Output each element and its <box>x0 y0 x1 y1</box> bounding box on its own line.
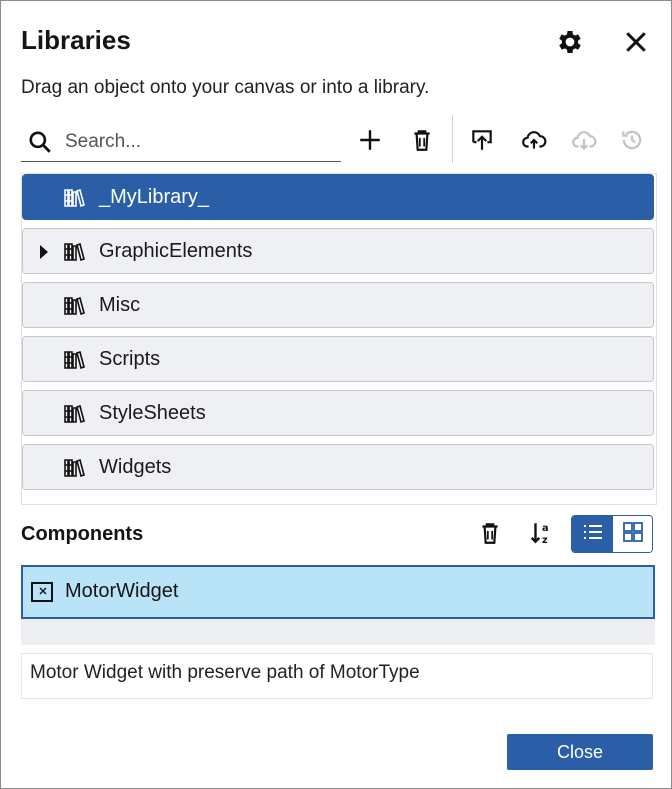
library-icon <box>63 348 87 372</box>
grid-view-icon <box>621 520 645 549</box>
upload-cloud-icon <box>521 127 547 158</box>
library-item-label: GraphicElements <box>99 240 253 262</box>
import-library-button[interactable] <box>465 125 499 159</box>
trash-icon <box>477 520 503 551</box>
view-mode-toggle <box>571 515 653 553</box>
library-icon <box>63 456 87 480</box>
dialog-title: Libraries <box>21 25 131 55</box>
close-button[interactable]: Close <box>507 734 653 770</box>
library-item-label: Scripts <box>99 348 161 370</box>
widget-icon <box>31 582 53 602</box>
delete-component-button[interactable] <box>473 517 507 553</box>
library-icon <box>63 294 87 318</box>
library-item-misc[interactable]: Misc <box>22 282 654 328</box>
library-item-label: _MyLibrary_ <box>99 186 210 208</box>
component-item-label: MotorWidget <box>65 580 179 602</box>
libraries-dialog: Libraries Drag an object onto your canva… <box>0 0 672 789</box>
grid-view-button[interactable] <box>613 516 652 552</box>
caret-right-icon[interactable] <box>37 243 51 261</box>
delete-library-button[interactable] <box>405 125 439 159</box>
list-view-icon <box>581 520 605 549</box>
import-icon <box>469 127 495 158</box>
search-icon <box>27 129 53 155</box>
components-title: Components <box>21 523 144 545</box>
library-item-label: StyleSheets <box>99 402 206 424</box>
library-list: _MyLibrary_ GraphicElements Misc Scripts… <box>21 173 657 505</box>
add-library-button[interactable] <box>353 125 387 159</box>
toolbar-divider <box>452 115 453 163</box>
sort-az-button[interactable]: az <box>525 517 559 553</box>
search-input[interactable] <box>63 125 337 159</box>
library-icon <box>63 186 87 210</box>
close-icon[interactable] <box>621 27 651 57</box>
plus-icon <box>357 127 383 158</box>
component-description: Motor Widget with preserve path of Motor… <box>21 653 653 699</box>
history-button[interactable] <box>615 125 649 159</box>
svg-text:z: z <box>542 534 548 545</box>
library-item-stylesheets[interactable]: StyleSheets <box>22 390 654 436</box>
trash-icon <box>409 127 435 158</box>
dialog-subtitle: Drag an object onto your canvas or into … <box>21 77 430 98</box>
library-item-scripts[interactable]: Scripts <box>22 336 654 382</box>
component-item-motorwidget[interactable]: MotorWidget <box>21 565 655 619</box>
history-icon <box>619 127 645 158</box>
components-list: MotorWidget <box>21 565 655 645</box>
sort-az-icon: az <box>529 520 555 551</box>
download-cloud-icon <box>571 127 597 158</box>
search-field[interactable] <box>21 123 341 162</box>
svg-text:a: a <box>542 522 549 533</box>
library-item-label: Widgets <box>99 456 172 478</box>
library-item-widgets[interactable]: Widgets <box>22 444 654 490</box>
settings-gear-icon[interactable] <box>555 27 585 57</box>
list-view-button[interactable] <box>572 516 613 552</box>
library-item-label: Misc <box>99 294 141 316</box>
upload-library-button[interactable] <box>517 125 551 159</box>
download-library-button[interactable] <box>567 125 601 159</box>
library-icon <box>63 240 87 264</box>
library-item-graphicelements[interactable]: GraphicElements <box>22 228 654 274</box>
library-item-mylibrary[interactable]: _MyLibrary_ <box>22 174 654 220</box>
library-icon <box>63 402 87 426</box>
